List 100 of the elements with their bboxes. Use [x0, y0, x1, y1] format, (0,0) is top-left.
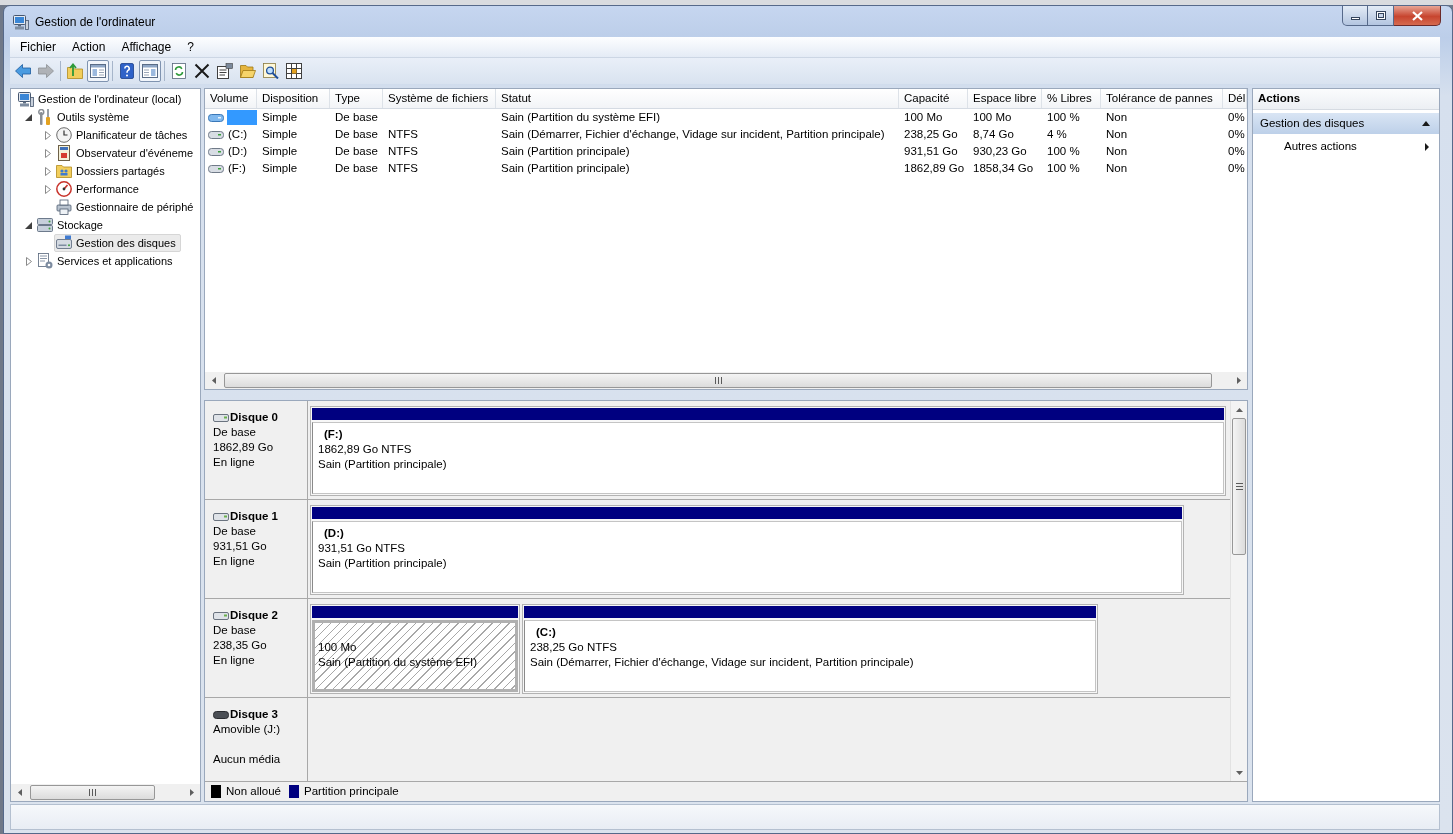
scrollbar-thumb[interactable]	[224, 373, 1212, 388]
tree-item[interactable]: Planificateur de tâches	[54, 126, 193, 144]
partition-status: Sain (Partition principale)	[318, 457, 447, 472]
disk-size: 1862,89 Go	[213, 440, 274, 455]
scroll-down-arrow-icon[interactable]	[1236, 770, 1243, 775]
collapsed-arrow-icon[interactable]	[44, 130, 51, 140]
partition-size: 238,25 Go NTFS	[530, 640, 617, 655]
menu-item[interactable]: Affichage	[113, 37, 180, 57]
properties-icon	[217, 63, 233, 79]
scroll-left-arrow-icon[interactable]	[17, 789, 22, 796]
table-cell-text: 0%	[1227, 143, 1246, 159]
close-button[interactable]	[1394, 6, 1441, 26]
delete-icon	[194, 63, 210, 79]
log-book-icon	[56, 145, 72, 161]
partition-size: 100 Mo	[318, 640, 357, 655]
table-cell-text: De base	[334, 126, 379, 142]
table-cell-text: Sain (Partition du système EFI)	[500, 109, 662, 125]
disk-partition[interactable]: (F:) 1862,89 Go NTFS Sain (Partition principale)	[310, 406, 1226, 496]
drive-icon	[208, 129, 224, 140]
collapsed-arrow-icon[interactable]	[44, 166, 51, 176]
disk-drive-icon	[56, 235, 72, 251]
column-header[interactable]: Dél	[1223, 89, 1247, 108]
disk-drive-icon	[213, 710, 229, 719]
collapsed-arrow-icon[interactable]	[44, 148, 51, 158]
tree-item[interactable]: Services et applications	[35, 252, 178, 270]
action-item[interactable]: Autres actions	[1253, 138, 1439, 156]
column-header[interactable]: Tolérance de pannes	[1101, 89, 1223, 108]
collapsed-arrow-icon[interactable]	[25, 256, 32, 266]
arrow-left-icon	[15, 63, 31, 79]
table-cell-text: 100 %	[1046, 143, 1081, 159]
column-header[interactable]: Disposition	[257, 89, 330, 108]
tree-item[interactable]: Stockage	[35, 216, 108, 234]
minimize-button[interactable]	[1342, 6, 1368, 26]
tree-toggle-button[interactable]	[87, 60, 109, 82]
column-header[interactable]: Système de fichiers	[383, 89, 496, 108]
column-header[interactable]: Type	[330, 89, 383, 108]
scrollbar-thumb[interactable]	[1232, 418, 1246, 555]
horizontal-scrollbar[interactable]	[11, 784, 200, 801]
folder-open-icon	[240, 63, 256, 79]
tree-item[interactable]: Dossiers partagés	[54, 162, 170, 180]
table-cell-text: 0%	[1227, 126, 1246, 142]
column-header[interactable]: % Libres	[1042, 89, 1101, 108]
tree-item[interactable]: Performance	[54, 180, 144, 198]
table-cell-text: Non	[1105, 109, 1129, 125]
window-title: Gestion de l'ordinateur	[35, 13, 156, 31]
table-cell-text: 100 %	[1046, 160, 1081, 176]
scroll-right-arrow-icon[interactable]	[189, 789, 194, 796]
tree-item[interactable]: Gestionnaire de périphé	[54, 198, 199, 216]
disk-partition[interactable]: (D:) 931,51 Go NTFS Sain (Partition principale)	[310, 505, 1184, 595]
column-header[interactable]: Statut	[496, 89, 899, 108]
grid-icon	[286, 63, 302, 79]
action-pane-button[interactable]	[139, 60, 161, 82]
scroll-right-arrow-icon[interactable]	[1236, 377, 1241, 384]
expanded-arrow-icon[interactable]	[25, 113, 32, 121]
vertical-scrollbar[interactable]	[1230, 401, 1247, 781]
disk-type: Amovible (J:)	[213, 722, 281, 737]
tools-icon	[37, 109, 53, 125]
collapsed-arrow-icon[interactable]	[44, 184, 51, 194]
grid-button[interactable]	[283, 60, 305, 82]
section-header[interactable]: Gestion des disques	[1253, 113, 1439, 134]
document-gear-icon	[37, 253, 53, 269]
legend-label: Non alloué	[226, 783, 281, 799]
column-header[interactable]: Capacité	[899, 89, 968, 108]
properties-button[interactable]	[214, 60, 236, 82]
restore-button[interactable]	[1368, 6, 1394, 26]
search-icon	[263, 63, 279, 79]
column-header[interactable]: Volume	[205, 89, 257, 108]
menu-item[interactable]: Fichier	[12, 37, 64, 57]
close-icon	[1411, 10, 1423, 21]
partition-size: 931,51 Go NTFS	[318, 541, 405, 556]
horizontal-scrollbar[interactable]	[205, 372, 1247, 389]
disk-partition[interactable]: 100 Mo Sain (Partition du système EFI)	[310, 604, 520, 694]
clock-icon	[56, 127, 72, 143]
expanded-arrow-icon[interactable]	[25, 221, 32, 229]
disk-status: En ligne	[213, 653, 255, 668]
scroll-left-arrow-icon[interactable]	[211, 377, 216, 384]
drive-icon	[208, 163, 224, 174]
table-cell-text: Simple	[261, 109, 299, 125]
disk-partition[interactable]: (C:) 238,25 Go NTFS Sain (Démarrer, Fichier d'échange, Vidage sur incident, Partition principale)	[522, 604, 1098, 694]
menu-item[interactable]: Action	[64, 37, 114, 57]
scrollbar-thumb[interactable]	[30, 785, 155, 800]
column-header[interactable]: Espace libre	[968, 89, 1042, 108]
menu-item[interactable]: ?	[179, 37, 202, 57]
table-cell-text: De base	[334, 143, 379, 159]
table-cell-text: Non	[1105, 126, 1129, 142]
table-cell-text: 100 Mo	[903, 109, 944, 125]
scroll-up-arrow-icon[interactable]	[1236, 407, 1243, 412]
table-cell-text: 100 Mo	[972, 109, 1013, 125]
table-cell-text: 8,74 Go	[972, 126, 1015, 142]
folder-up-icon	[67, 63, 83, 79]
table-cell-text: 238,25 Go	[903, 126, 959, 142]
table-cell-text: 1862,89 Go	[903, 160, 966, 176]
tree-item[interactable]: Outils système	[35, 108, 135, 126]
table-cell-text: De base	[334, 109, 379, 125]
disk-name: Disque 2	[230, 608, 278, 623]
tree-item[interactable]: Observateur d'événeme	[54, 144, 199, 162]
tree-item[interactable]: Gestion des disques	[54, 234, 181, 252]
disk-drive-icon	[213, 512, 229, 521]
minimize-icon	[1350, 17, 1360, 20]
tree-item[interactable]: Gestion de l'ordinateur (local)	[16, 90, 187, 108]
